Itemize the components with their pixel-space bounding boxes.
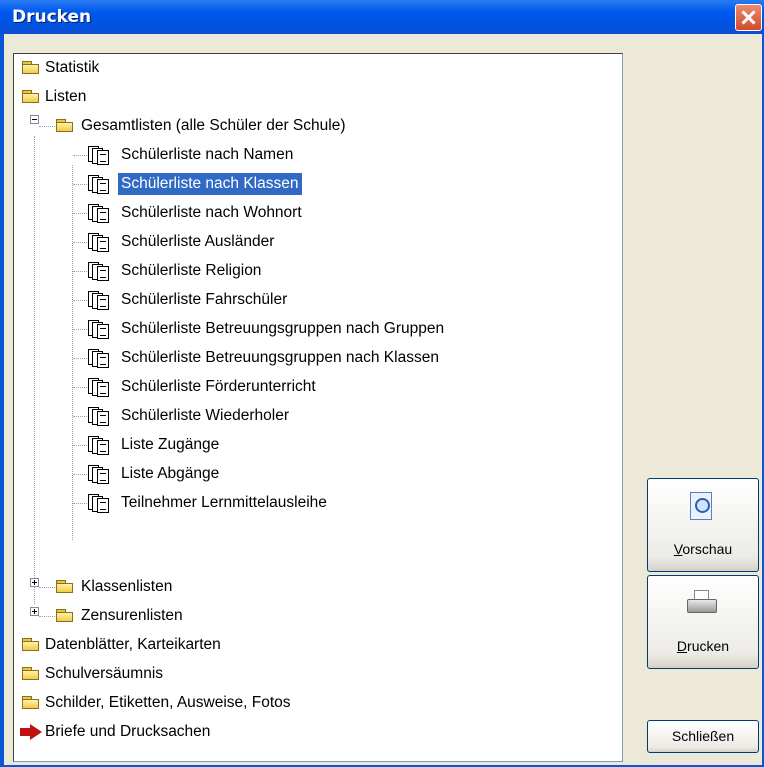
report-document-icon [88,436,109,455]
report-document-icon [88,320,109,339]
report-document-icon [88,204,109,223]
close-button-label: Schließen [671,728,735,744]
report-document-icon [88,233,109,252]
tree-line [73,416,87,417]
tree-line [39,126,55,127]
tree-line [73,503,87,504]
dialog-client-area: Statistik Listen Gesamtlisten (alle Schü… [4,34,762,765]
tree-line [73,300,87,301]
tree-line [73,445,87,446]
preview-button-label: Vorschau [648,541,758,557]
tree-line [73,474,87,475]
tree-item-zensurenlisten[interactable]: Zensurenlisten [56,605,186,627]
tree-item-label: Liste Abgänge [121,465,220,482]
tree-item-label: Schülerliste Fahrschüler [121,291,288,308]
print-mnemonic: D [676,638,688,654]
preview-label-rest: orschau [682,541,733,557]
print-button-label: Drucken [648,638,758,654]
tree-item-report[interactable]: Schülerliste Wiederholer [88,405,292,427]
tree-line [34,136,35,604]
folder-icon [22,90,40,104]
tree-line [73,387,87,388]
print-button[interactable]: Drucken [647,575,759,669]
tree-line [73,213,87,214]
tree-item-label: Schülerliste Religion [121,262,262,279]
folder-icon [22,61,40,75]
folder-icon [56,119,74,133]
close-button[interactable]: Schließen [647,720,759,753]
tree-item-label: Teilnehmer Lernmittelausleihe [121,494,327,511]
expand-icon[interactable] [30,578,39,587]
preview-button[interactable]: Vorschau [647,478,759,572]
folder-icon [56,609,74,623]
collapse-icon[interactable] [30,115,39,124]
report-tree[interactable]: Statistik Listen Gesamtlisten (alle Schü… [13,53,623,762]
tree-item-gesamtlisten[interactable]: Gesamtlisten (alle Schüler der Schule) [56,115,348,137]
tree-line [73,271,87,272]
report-document-icon [88,262,109,281]
red-arrow-icon [20,724,42,740]
tree-item-report[interactable]: Schülerliste nach Klassen [88,173,302,195]
tree-item-report[interactable]: Liste Zugänge [88,434,222,456]
folder-icon [22,638,40,652]
tree-item-report[interactable]: Schülerliste Fahrschüler [88,289,290,311]
tree-line [73,155,87,156]
tree-item-label: Schülerliste nach Klassen [118,173,302,195]
tree-item-schilder[interactable]: Schilder, Etiketten, Ausweise, Fotos [22,692,294,714]
tree-item-datenblaetter[interactable]: Datenblätter, Karteikarten [22,634,224,656]
tree-item-report[interactable]: Schülerliste Religion [88,260,264,282]
report-document-icon [88,291,109,310]
tree-item-label: Liste Zugänge [121,436,220,453]
tree-line [73,184,87,185]
tree-item-klassenlisten[interactable]: Klassenlisten [56,576,175,598]
window-title: Drucken [12,7,92,27]
tree-line [73,358,87,359]
tree-item-report[interactable]: Schülerliste Betreuungsgruppen nach Grup… [88,318,447,340]
tree-item-schulversaeumnis[interactable]: Schulversäumnis [22,663,166,685]
report-document-icon [88,146,109,165]
tree-item-report[interactable]: Schülerliste Förderunterricht [88,376,319,398]
tree-line [39,587,55,588]
tree-item-label: Schülerliste Wiederholer [121,407,289,424]
tree-item-report[interactable]: Liste Abgänge [88,463,222,485]
report-document-icon [88,175,109,194]
report-document-icon [88,494,109,513]
tree-item-report[interactable]: Teilnehmer Lernmittelausleihe [88,492,330,514]
tree-line [72,165,73,540]
close-window-icon[interactable] [735,4,762,31]
tree-item-statistik[interactable]: Statistik [22,57,102,79]
tree-item-report[interactable]: Schülerliste nach Namen [88,144,296,166]
print-dialog: Drucken Statistik Listen Gesamtlisten (a… [0,0,764,767]
tree-item-label: Schülerliste Ausländer [121,233,275,250]
tree-item-report[interactable]: Schülerliste Ausländer [88,231,277,253]
tree-line [73,329,87,330]
tree-item-label: Schülerliste Betreuungsgruppen nach Grup… [121,320,445,337]
tree-item-report[interactable]: Schülerliste Betreuungsgruppen nach Klas… [88,347,442,369]
tree-line [39,616,55,617]
report-document-icon [88,349,109,368]
tree-item-listen[interactable]: Listen [22,86,89,108]
tree-item-label: Schülerliste nach Wohnort [121,204,302,221]
report-document-icon [88,378,109,397]
print-label-rest: rucken [687,638,730,654]
folder-icon [22,667,40,681]
tree-item-report[interactable]: Schülerliste nach Wohnort [88,202,305,224]
printer-icon [685,590,717,616]
tree-item-label: Schülerliste nach Namen [121,146,294,163]
tree-item-briefe[interactable]: Briefe und Drucksachen [20,721,213,743]
folder-icon [56,580,74,594]
folder-icon [22,696,40,710]
preview-icon [690,492,712,520]
report-document-icon [88,465,109,484]
expand-icon[interactable] [30,607,39,616]
report-document-icon [88,407,109,426]
title-bar[interactable]: Drucken [0,0,764,34]
tree-item-label: Schülerliste Betreuungsgruppen nach Klas… [121,349,439,366]
tree-line [73,242,87,243]
tree-item-label: Schülerliste Förderunterricht [121,378,316,395]
